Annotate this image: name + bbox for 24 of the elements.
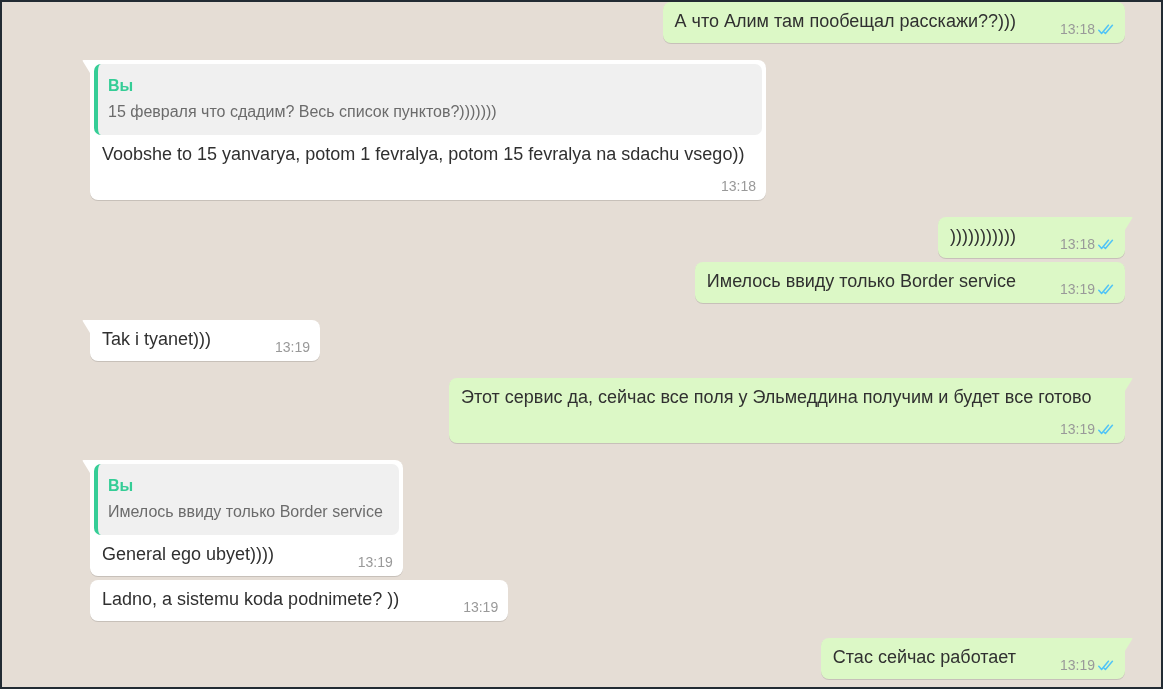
message-time: 13:19 — [1059, 657, 1095, 673]
message-text: ))))))))))) — [950, 225, 1016, 247]
message-text: Имелось ввиду только Border service — [706, 270, 1016, 292]
message-time: 13:18 — [720, 178, 756, 194]
message-text: Tak i tyanet))) — [102, 328, 212, 350]
message-time: 13:19 — [357, 554, 393, 570]
quote-text: 15 февраля что сдадим? Весь список пунктов?))))))) — [108, 102, 498, 122]
quote-text: Имелось ввиду только Border service — [108, 502, 383, 522]
quote-box[interactable]: Вы 15 февраля что сдадим? Весь список пунктов?))))))) — [94, 64, 762, 135]
message-text: Этот сервис да, сейчас все поля у Эльмеддина получим и будет все готово — [461, 386, 1092, 408]
message-text: Ladno, a sistemu koda podnimete? )) — [102, 588, 400, 610]
message-text: А что Алим там пообещал расскажи??))) — [674, 10, 1016, 32]
message-text: Voobshe to 15 yanvarya, potom 1 fevralya, potom 15 fevralya na sdachu vsego)) — [102, 143, 745, 165]
message-time: 13:19 — [1059, 281, 1095, 297]
message-time: 13:19 — [275, 339, 311, 355]
message-time: 13:19 — [463, 599, 499, 615]
quote-box[interactable]: Вы Имелось ввиду только Border service — [94, 464, 399, 535]
message-text: Стас сейчас работает — [832, 646, 1016, 668]
quote-author: Вы — [108, 76, 135, 96]
message-text: General ego ubyet)))) — [102, 543, 275, 565]
message-time: 13:19 — [1059, 421, 1095, 437]
message-time: 13:18 — [1059, 21, 1095, 37]
quote-author: Вы — [108, 476, 135, 496]
message-time: 13:18 — [1059, 236, 1095, 252]
